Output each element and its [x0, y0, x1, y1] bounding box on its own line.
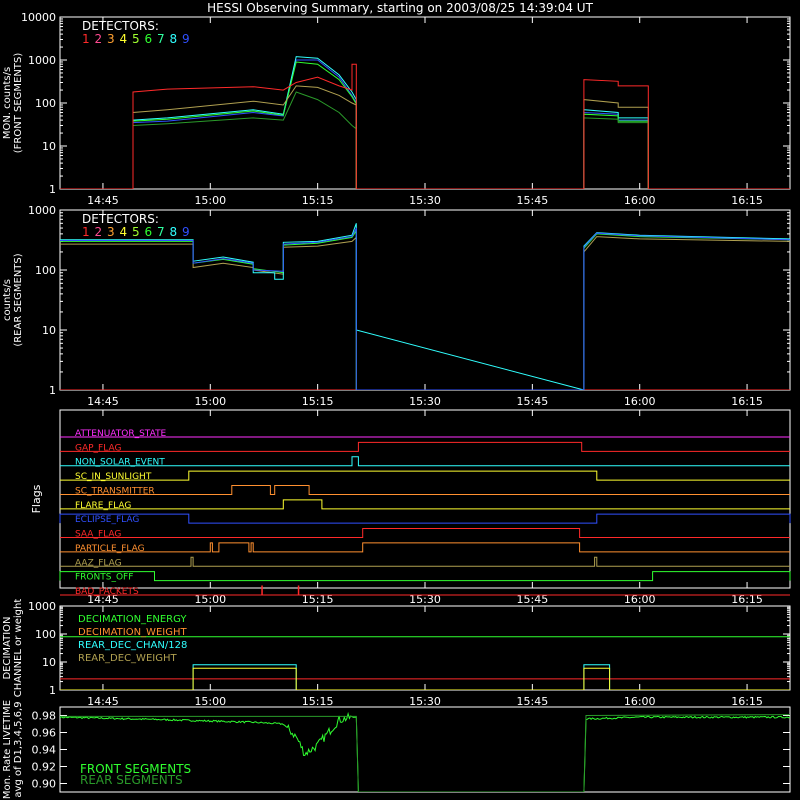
y-tick-label: 0.98: [32, 710, 57, 723]
y-tick-label: 0.90: [32, 778, 57, 791]
x-tick-label: 16:00: [624, 695, 656, 708]
x-tick-label: 14:45: [87, 695, 119, 708]
y-tick-label: 10: [42, 140, 56, 153]
background: [0, 0, 800, 800]
y-tick-label: 10: [42, 324, 56, 337]
legend-entry-9: 9: [182, 32, 190, 46]
y-tick-label: 1000: [28, 600, 56, 613]
x-tick-label: 15:30: [409, 395, 441, 408]
y-tick-label: 1: [49, 183, 56, 196]
legend-entry-1: 1: [82, 225, 90, 239]
legend-entry-7: 7: [157, 32, 165, 46]
legend-entry-3: 3: [107, 225, 115, 239]
x-tick-label: 15:00: [194, 194, 226, 207]
legend-entry: REAR_DEC_CHAN/128: [78, 640, 187, 651]
legend-entry-3: 3: [107, 32, 115, 46]
y-tick-label: 10000: [21, 11, 56, 24]
x-tick-label: 16:15: [731, 695, 763, 708]
x-tick-label: 15:30: [409, 194, 441, 207]
flag-label: GAP_FLAG: [75, 443, 121, 453]
x-tick-label: 15:15: [302, 395, 334, 408]
flag-label: PARTICLE_FLAG: [75, 544, 145, 554]
legend-entry-8: 8: [170, 32, 178, 46]
legend-entry-2: 2: [95, 225, 103, 239]
legend-entry: REAR_DEC_WEIGHT: [78, 653, 177, 664]
y-axis-label-2: avg of D1,3,4,5,6,9: [13, 701, 24, 797]
hessi-summary-plot: HESSI Observing Summary, starting on 200…: [0, 0, 800, 800]
x-tick-label: 15:15: [302, 695, 334, 708]
plot-title: HESSI Observing Summary, starting on 200…: [207, 1, 593, 15]
y-tick-label: 1000: [28, 54, 56, 67]
flag-label: BAD_PACKETS: [75, 587, 139, 597]
legend-entry-6: 6: [145, 32, 153, 46]
x-tick-label: 15:45: [517, 194, 549, 207]
legend-entry: REAR SEGMENTS: [80, 773, 183, 787]
legend-entry-2: 2: [95, 32, 103, 46]
y-axis-label-2: CHANNEL or weight: [13, 599, 24, 698]
legend-entry-7: 7: [157, 225, 165, 239]
x-tick-label: 15:15: [302, 194, 334, 207]
legend-title: DETECTORS:: [82, 19, 159, 33]
y-tick-label: 0.96: [32, 727, 57, 740]
flag-label: SC_TRANSMITTER: [75, 486, 155, 496]
legend-title: DETECTORS:: [82, 212, 159, 226]
y-axis-label-2: (FRONT SEGMENTS): [13, 53, 24, 154]
legend-entry-4: 4: [120, 225, 128, 239]
y-tick-label: 0.94: [32, 744, 57, 757]
x-tick-label: 16:15: [731, 395, 763, 408]
flag-label: FRONTS_OFF: [75, 573, 133, 583]
x-tick-label: 15:45: [517, 395, 549, 408]
y-tick-label: 0.92: [32, 761, 57, 774]
x-tick-label: 16:00: [624, 395, 656, 408]
legend-entry: DECIMATION_ENERGY: [78, 614, 187, 625]
x-tick-label: 14:45: [87, 395, 119, 408]
x-tick-label: 15:45: [517, 695, 549, 708]
legend-entry-5: 5: [132, 32, 140, 46]
x-tick-label: 14:45: [87, 194, 119, 207]
flag-label: ECLIPSE_FLAG: [75, 515, 139, 525]
flag-label: ATTENUATOR_STATE: [75, 429, 167, 439]
flag-label: AAZ_FLAG: [75, 558, 122, 568]
flag-label: NON_SOLAR_EVENT: [75, 458, 165, 468]
legend-entry-4: 4: [120, 32, 128, 46]
y-axis-label-2: (REAR SEGMENTS): [13, 253, 24, 346]
x-tick-label: 15:00: [194, 395, 226, 408]
legend-entry-6: 6: [145, 225, 153, 239]
y-axis-label: Flags: [30, 484, 43, 513]
x-tick-label: 15:00: [194, 695, 226, 708]
y-axis-label: DECIMATION: [2, 616, 13, 679]
y-tick-label: 100: [35, 264, 56, 277]
flag-label: SAA_FLAG: [75, 530, 121, 540]
y-tick-label: 1: [49, 684, 56, 697]
x-tick-label: 16:15: [731, 194, 763, 207]
legend-entry: DECIMATION_WEIGHT: [78, 627, 187, 638]
y-axis-label: Mon. Rate LIVETIME: [2, 700, 13, 799]
y-tick-label: 100: [35, 628, 56, 641]
x-tick-label: 16:00: [624, 194, 656, 207]
x-tick-label: 15:30: [409, 695, 441, 708]
legend-entry-1: 1: [82, 32, 90, 46]
legend-entry-8: 8: [170, 225, 178, 239]
y-axis-label: counts/s: [2, 279, 13, 321]
flag-label: FLARE_FLAG: [75, 501, 131, 511]
y-tick-label: 1: [49, 384, 56, 397]
y-tick-label: 1000: [28, 204, 56, 217]
y-axis-label: MON. counts/s: [2, 67, 13, 139]
flag-label: SC_IN_SUNLIGHT: [75, 472, 152, 482]
y-tick-label: 100: [35, 97, 56, 110]
legend-entry-5: 5: [132, 225, 140, 239]
y-tick-label: 10: [42, 656, 56, 669]
legend-entry-9: 9: [182, 225, 190, 239]
